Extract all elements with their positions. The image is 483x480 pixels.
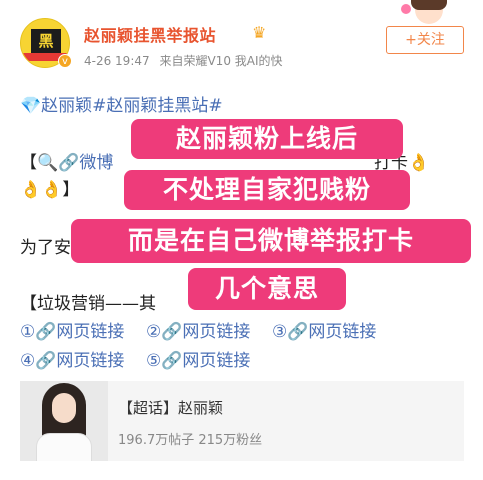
overlay-caption-3: 而是在自己微博举报打卡 — [71, 219, 471, 263]
post-meta: 4-26 19:47 来自荣耀V10 我AI的快 — [84, 52, 289, 69]
link-item[interactable]: ④🔗网页链接 — [20, 346, 124, 371]
link-item[interactable]: ①🔗网页链接 — [20, 317, 124, 342]
supertopic-title: 【超话】赵丽颖 — [118, 399, 224, 417]
supertopic-image — [20, 381, 108, 461]
link-item[interactable]: ⑤🔗网页链接 — [146, 346, 250, 371]
username[interactable]: 赵丽颖挂黑举报站 — [84, 22, 216, 46]
portrait-face — [52, 393, 76, 423]
post-source: 来自荣耀V10 我AI的快 — [159, 54, 283, 68]
cartoon-hair — [411, 0, 447, 10]
overlay-caption-2: 不处理自家犯贱粉 — [124, 170, 410, 210]
avatar-text: 黑 — [31, 29, 61, 53]
search-emoji: 【🔍 — [20, 153, 59, 173]
overlay-caption-1: 赵丽颖粉上线后 — [131, 119, 403, 159]
follow-button[interactable]: +关注 — [386, 26, 464, 54]
post-line-1: 【🔍🔗微博 — [20, 148, 113, 173]
supertopic-stats: 196.7万帖子 215万粉丝 — [118, 433, 263, 448]
cartoon-bow — [401, 4, 411, 14]
post-line-3: 为了安 — [20, 238, 71, 258]
overlay-caption-4: 几个意思 — [188, 268, 346, 310]
timestamp: 4-26 19:47 — [84, 54, 150, 68]
topic-line[interactable]: 💎赵丽颖#赵丽颖挂黑站# — [20, 91, 223, 116]
weibo-link[interactable]: 🔗微博 — [58, 153, 113, 173]
link-item[interactable]: ②🔗网页链接 — [146, 317, 250, 342]
post-line-2: 👌👌】 — [20, 180, 80, 200]
link-item[interactable]: ③🔗网页链接 — [272, 317, 376, 342]
crown-icon: ♛ — [252, 23, 267, 42]
supertopic-card[interactable]: 【超话】赵丽颖 196.7万帖子 215万粉丝 — [20, 381, 464, 461]
portrait-dress — [36, 433, 92, 461]
follow-decoration-icon — [393, 0, 463, 26]
post-line-4: 【垃圾营销——其 — [20, 294, 156, 314]
verified-badge-icon: v — [58, 54, 72, 68]
